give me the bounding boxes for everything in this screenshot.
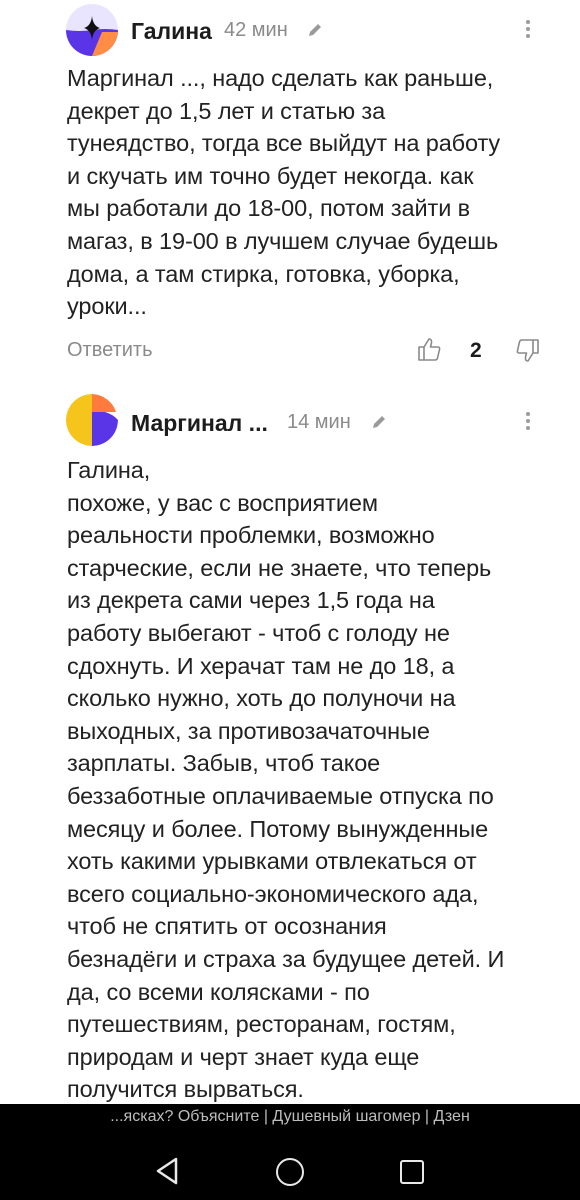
comment-line: Маргинал ..., надо сделать как раньше, bbox=[67, 65, 494, 91]
avatar-graphic-icon bbox=[66, 394, 118, 446]
more-options-icon[interactable] bbox=[522, 17, 534, 41]
comment-line: старческие, если не знаете, что теперь bbox=[67, 554, 492, 581]
comment-line: декрет до 1,5 лет и статью за bbox=[67, 97, 386, 124]
comment-line: магаз, в 19-00 в лучшем случае будешь bbox=[67, 227, 499, 254]
more-options-icon[interactable] bbox=[522, 409, 534, 433]
like-thumb-up-icon[interactable] bbox=[417, 336, 441, 362]
comment-header: Маргинал ... 14 мин bbox=[0, 392, 580, 452]
comment-line: из декрета сами через 1,5 года на bbox=[67, 587, 435, 614]
comment-line: месяцу и более. Потому вынужденные bbox=[67, 815, 489, 842]
comment-line: да, со всеми колясками - по bbox=[67, 978, 370, 1005]
back-triangle-icon[interactable] bbox=[154, 1156, 180, 1186]
comment-line: дома, а там стирка, готовка, уборка, bbox=[67, 260, 460, 287]
dislike-thumb-down-icon[interactable] bbox=[516, 338, 540, 364]
recent-apps-square-icon[interactable] bbox=[400, 1160, 424, 1184]
like-count: 2 bbox=[470, 339, 482, 362]
edited-pencil-icon bbox=[309, 24, 321, 36]
comment-line: работу выбегают - чтоб с голоду не bbox=[67, 619, 450, 646]
comment-time: 14 мин bbox=[287, 411, 351, 433]
comment-line: путешествиям, ресторанам, гостям, bbox=[67, 1011, 456, 1038]
home-circle-icon[interactable] bbox=[276, 1158, 304, 1186]
comment-line: реальности проблемки, возможно bbox=[67, 522, 435, 549]
page-title-bar[interactable]: ...ясках? Объясните | Душевный шагомер |… bbox=[0, 1108, 580, 1126]
comment-author[interactable]: Галина bbox=[131, 18, 212, 45]
comment-line: безнадёги и страха за будущее детей. И bbox=[67, 945, 505, 972]
system-bottom-bar: ...ясках? Объясните | Душевный шагомер |… bbox=[0, 1104, 580, 1200]
comment-text: Галина, похоже, у вас с восприятием реал… bbox=[67, 454, 567, 1106]
comment-line: и скучать им точно будет некогда. как bbox=[67, 162, 474, 189]
comment-author[interactable]: Маргинал ... bbox=[131, 410, 268, 437]
comment-line: сколько нужно, хоть до полуночи на bbox=[67, 685, 456, 712]
comment-line: беззаботные оплачиваемые отпуска по bbox=[67, 782, 494, 809]
comment-line: мы работали до 18-00, потом зайти в bbox=[67, 195, 471, 222]
comment-header: Галина 42 мин bbox=[0, 0, 580, 60]
comment-line: сдохнуть. И херачат там не до 18, а bbox=[67, 652, 455, 679]
comment-line: всего социально-экономического ада, bbox=[67, 880, 479, 907]
comment-line: хоть какими урывками отвлекаться от bbox=[67, 848, 477, 875]
avatar-graphic-icon bbox=[66, 4, 118, 56]
comment-actions: Ответить 2 bbox=[0, 333, 580, 373]
comment-line: похоже, у вас с восприятием bbox=[67, 489, 378, 516]
comment-line: выходных, за противозачаточные bbox=[67, 717, 430, 744]
comment-line: Галина, bbox=[67, 457, 151, 483]
comment-line: зарплаты. Забыв, чтоб такое bbox=[67, 750, 381, 777]
edited-pencil-icon bbox=[373, 416, 385, 428]
comment-line: уроки... bbox=[67, 293, 147, 320]
comment-line: природам и черт знает куда еще bbox=[67, 1043, 420, 1070]
avatar[interactable] bbox=[66, 4, 118, 56]
comment-text: Маргинал ..., надо сделать как раньше, д… bbox=[67, 62, 567, 323]
comment-time: 42 мин bbox=[224, 19, 288, 41]
comment-line: тунеядство, тогда все выйдут на работу bbox=[67, 130, 501, 157]
reply-button[interactable]: Ответить bbox=[67, 339, 153, 362]
avatar[interactable] bbox=[66, 394, 118, 446]
comment-line: получится вырваться. bbox=[67, 1076, 304, 1103]
comment-line: чтоб не спятить от осознания bbox=[67, 913, 387, 940]
